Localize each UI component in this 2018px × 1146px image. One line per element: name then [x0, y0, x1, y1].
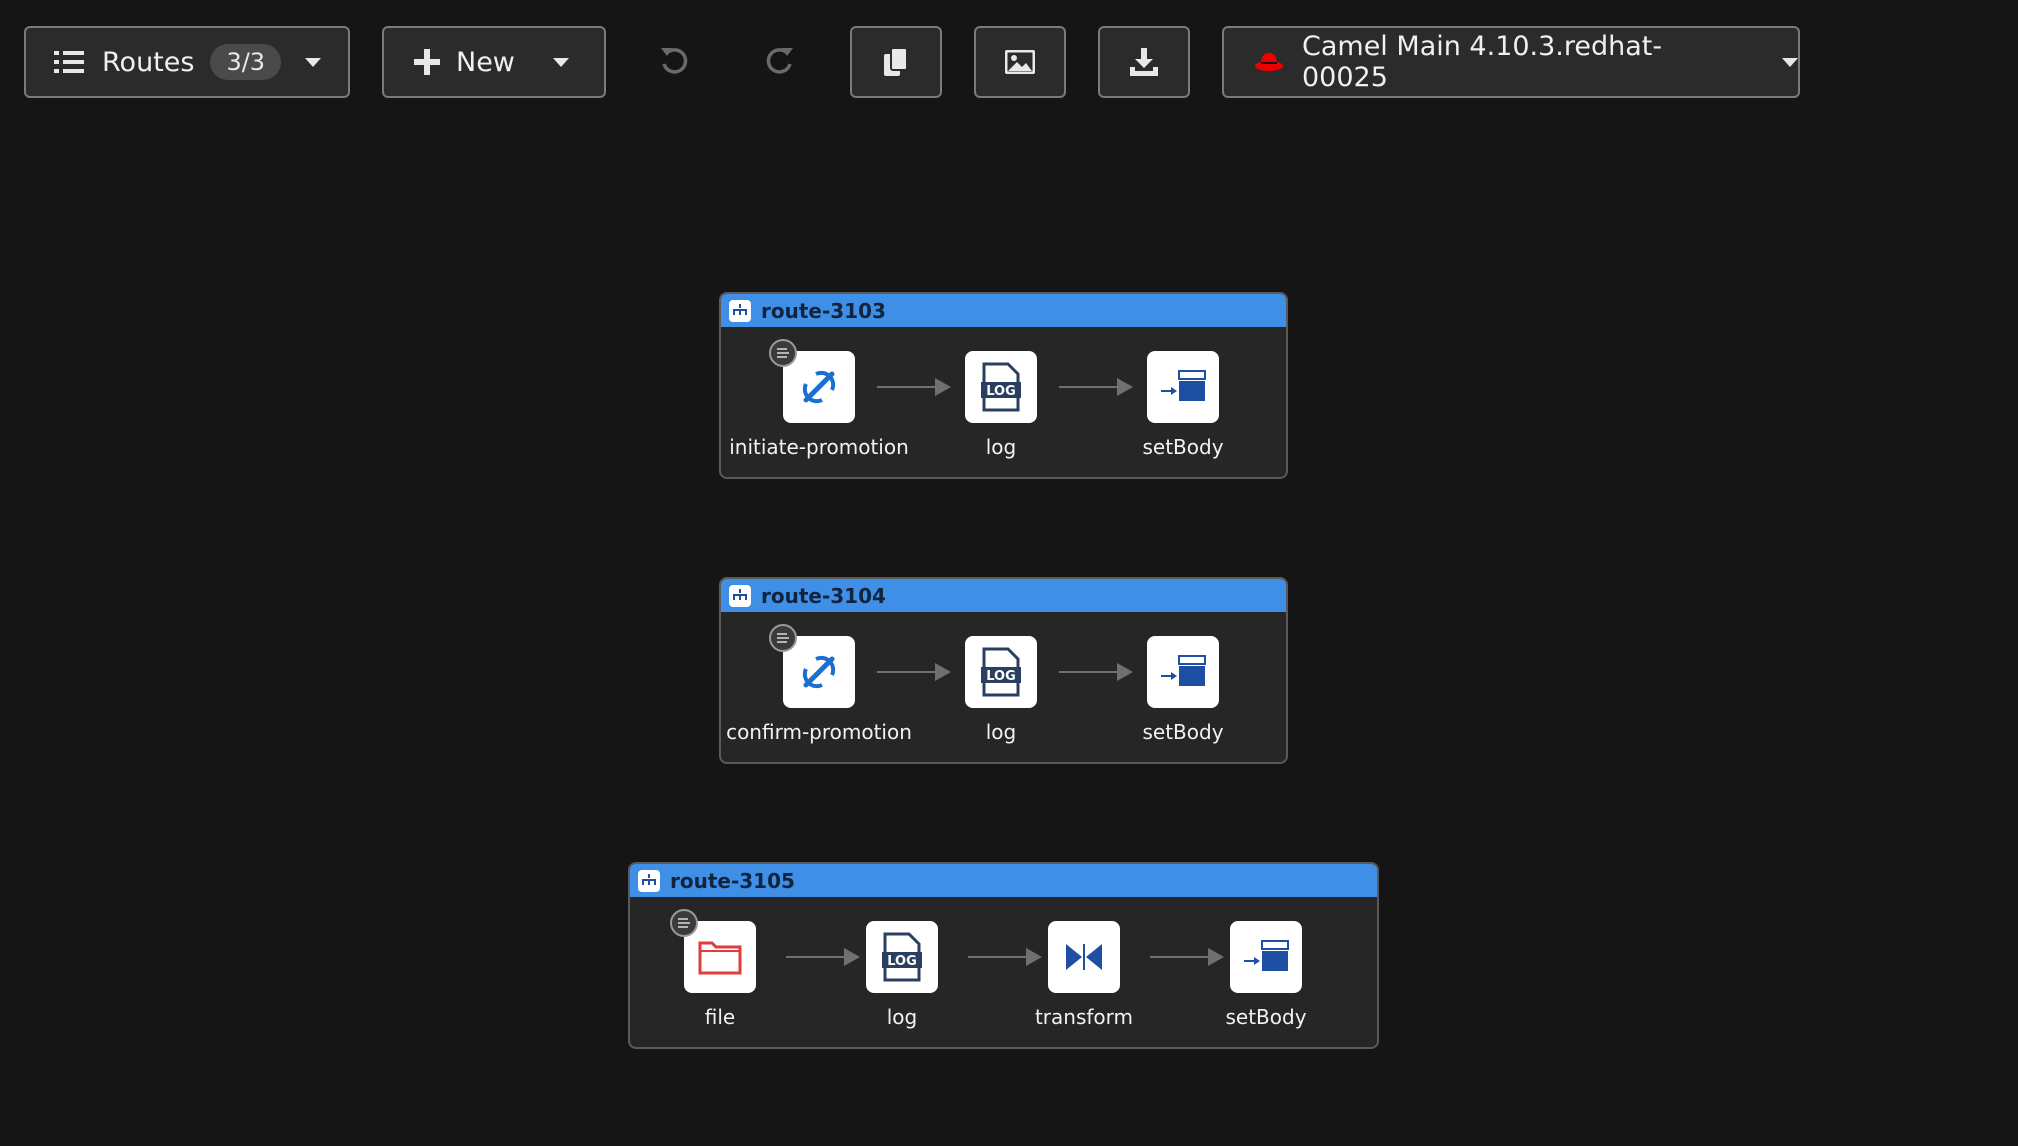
route-header[interactable]: route-3105	[630, 864, 1377, 897]
step-connector	[1150, 948, 1224, 966]
new-label: New	[456, 46, 515, 78]
route-icon	[638, 869, 660, 892]
transform-icon	[1048, 921, 1120, 993]
runtime-label: Camel Main 4.10.3.redhat-00025	[1302, 31, 1663, 93]
step-connector	[1059, 378, 1133, 396]
route-container[interactable]: route-3103 initiate-promotion LOG log se…	[719, 292, 1288, 479]
route-name: route-3105	[670, 868, 795, 893]
new-route-button[interactable]: New	[382, 26, 606, 98]
step-label: confirm-promotion	[726, 720, 912, 744]
chevron-down-icon	[305, 57, 322, 67]
svg-text:LOG: LOG	[986, 384, 1016, 399]
set-body-icon	[1147, 636, 1219, 708]
svg-text:LOG: LOG	[887, 954, 917, 969]
route-name: route-3103	[761, 298, 886, 323]
step-label: file	[704, 1005, 736, 1029]
step-connector	[786, 948, 860, 966]
step-connector	[877, 663, 951, 681]
route-icon	[729, 299, 751, 322]
routes-count-badge: 3/3	[210, 44, 282, 80]
step-label: log	[886, 1005, 918, 1029]
step-label: log	[985, 720, 1017, 744]
copy-button[interactable]	[850, 26, 942, 98]
step-label: setBody	[1225, 1005, 1307, 1029]
step-label: log	[985, 435, 1017, 459]
step-connector	[1059, 663, 1133, 681]
chevron-down-icon	[552, 57, 569, 67]
route-source-badge-icon	[769, 339, 797, 367]
export-image-button[interactable]	[974, 26, 1066, 98]
set-body-icon	[1230, 921, 1302, 993]
step-label: setBody	[1142, 435, 1224, 459]
plus-icon	[414, 49, 440, 75]
route-name: route-3104	[761, 583, 886, 608]
undo-button[interactable]	[650, 38, 698, 86]
step-connector	[877, 378, 951, 396]
step-label: transform	[1034, 1005, 1134, 1029]
set-body-icon	[1147, 351, 1219, 423]
route-header[interactable]: route-3104	[721, 579, 1286, 612]
runtime-selector-button[interactable]: Camel Main 4.10.3.redhat-00025	[1222, 26, 1800, 98]
download-icon	[1129, 47, 1159, 77]
log-icon: LOG	[965, 351, 1037, 423]
route-source-badge-icon	[769, 624, 797, 652]
routes-label: Routes	[102, 46, 195, 78]
redo-button[interactable]	[756, 38, 804, 86]
redhat-logo-icon	[1254, 51, 1284, 73]
log-icon: LOG	[866, 921, 938, 993]
step-label: setBody	[1142, 720, 1224, 744]
route-container[interactable]: route-3105 file LOG log transform setBod…	[628, 862, 1379, 1049]
copy-icon	[883, 47, 909, 77]
routes-selector-button[interactable]: Routes 3/3	[24, 26, 350, 98]
log-icon: LOG	[965, 636, 1037, 708]
chevron-down-icon	[1782, 57, 1798, 67]
svg-text:LOG: LOG	[986, 669, 1016, 684]
route-header[interactable]: route-3103	[721, 294, 1286, 327]
undo-icon	[658, 44, 690, 80]
list-icon	[54, 50, 84, 74]
download-button[interactable]	[1098, 26, 1190, 98]
image-icon	[1005, 50, 1035, 74]
step-connector	[968, 948, 1042, 966]
redo-icon	[764, 44, 796, 80]
route-icon	[729, 584, 751, 607]
step-label: initiate-promotion	[729, 435, 909, 459]
route-container[interactable]: route-3104 confirm-promotion LOG log set…	[719, 577, 1288, 764]
route-source-badge-icon	[670, 909, 698, 937]
